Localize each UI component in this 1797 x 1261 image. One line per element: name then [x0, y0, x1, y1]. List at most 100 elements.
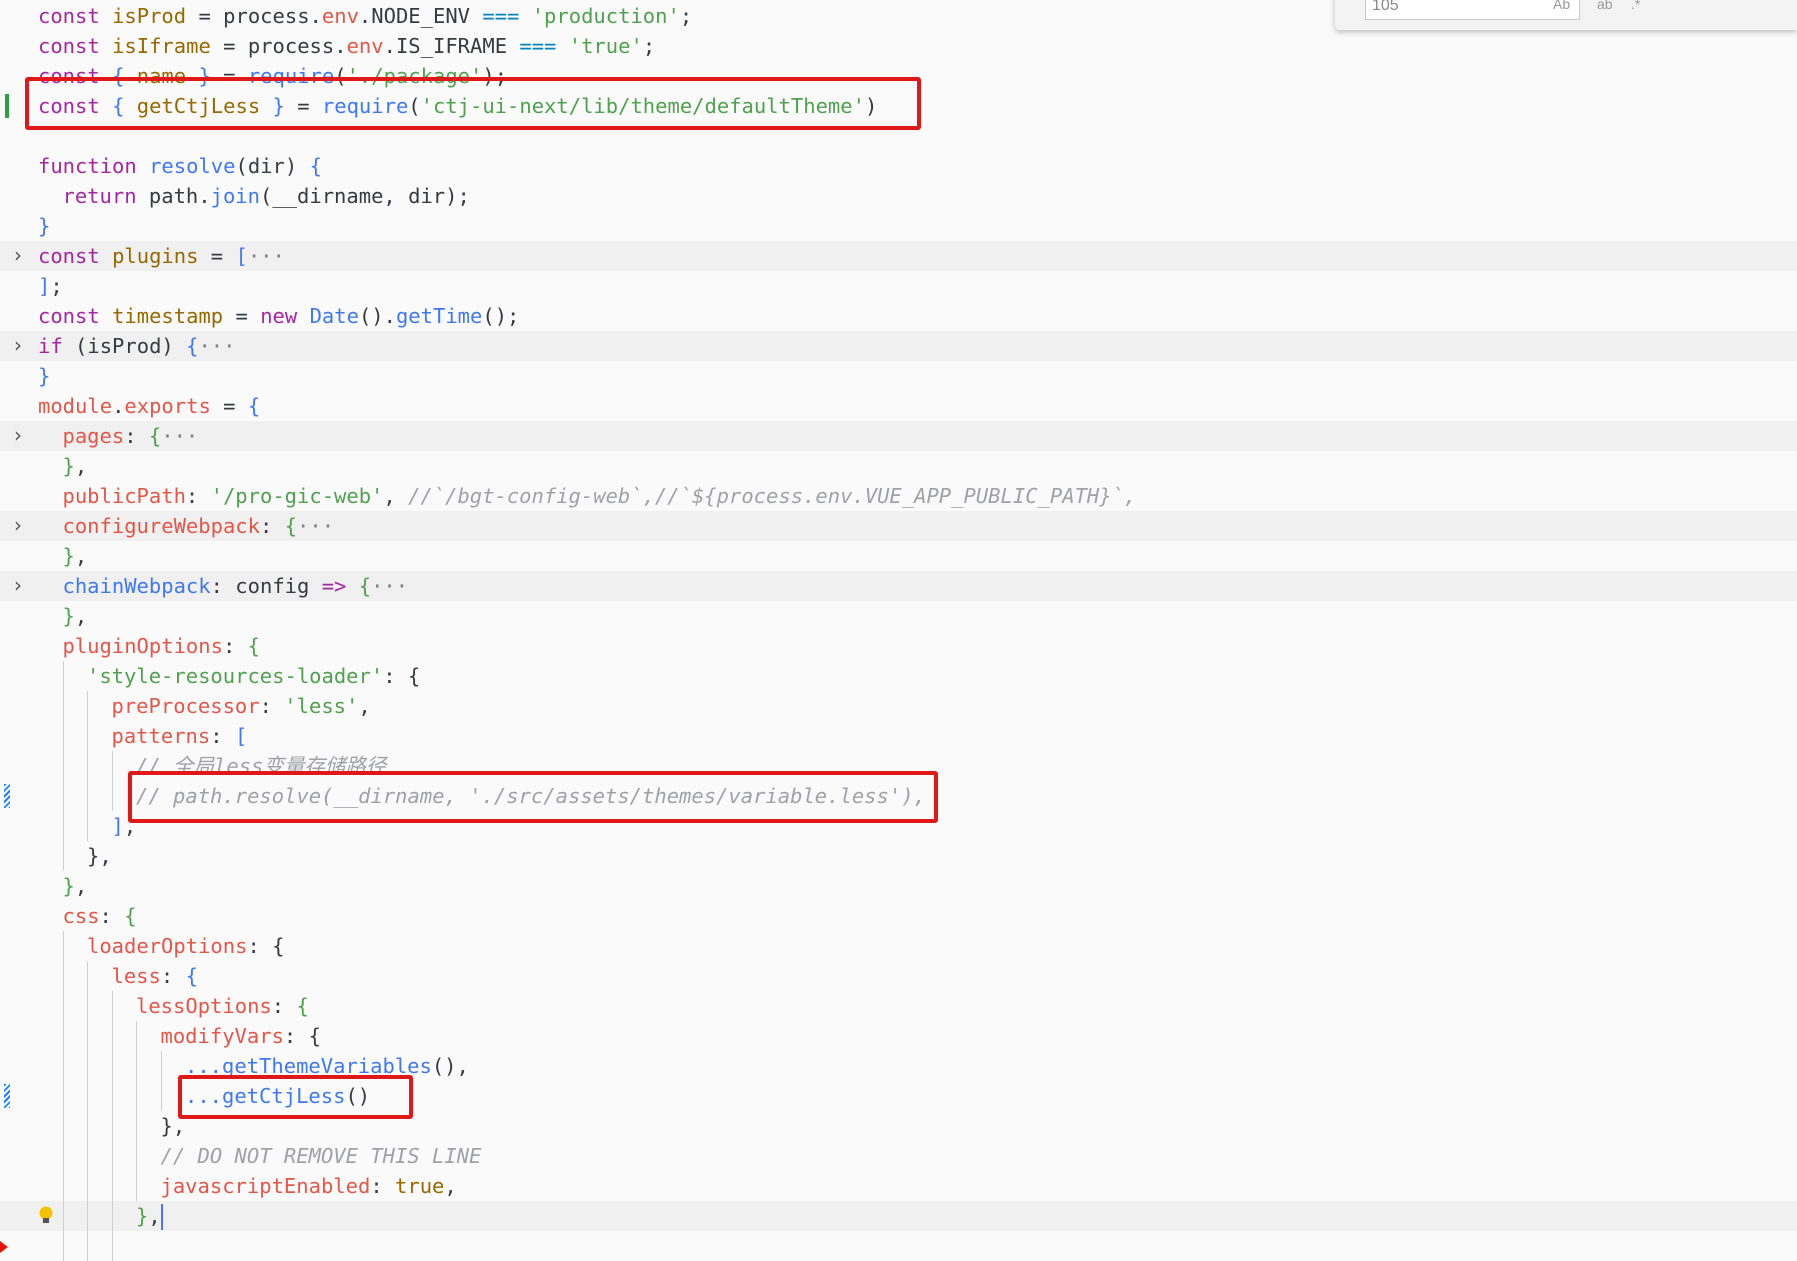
- code-token: timestamp: [112, 304, 224, 328]
- code-line[interactable]: },: [0, 841, 1797, 871]
- indent-guide: [111, 1021, 137, 1051]
- code-line[interactable]: › configureWebpack: {···: [0, 511, 1797, 541]
- code-line[interactable]: publicPath: '/pro-gic-web', //`/bgt-conf…: [0, 481, 1797, 511]
- code-text: },: [38, 1111, 185, 1141]
- code-line[interactable]: // DO NOT REMOVE THIS LINE: [0, 1141, 1797, 1171]
- code-line[interactable]: }: [0, 211, 1797, 241]
- code-line[interactable]: ...getCtjLess(): [0, 1081, 1797, 1111]
- code-token: getTime: [395, 304, 483, 328]
- code-line[interactable]: pluginOptions: {: [0, 631, 1797, 661]
- whole-word-button[interactable]: ab: [1597, 0, 1613, 12]
- code-token: {: [112, 64, 137, 88]
- line-gutter: [0, 961, 36, 991]
- fold-chevron-icon[interactable]: ›: [14, 571, 22, 599]
- code-line[interactable]: lessOptions: {: [0, 991, 1797, 1021]
- code-token: : {: [247, 934, 285, 958]
- code-line[interactable]: },: [0, 601, 1797, 631]
- code-token: ,: [74, 874, 88, 898]
- fold-chevron-icon[interactable]: ›: [14, 331, 22, 359]
- code-line[interactable]: const timestamp = new Date().getTime();: [0, 301, 1797, 331]
- code-line[interactable]: function resolve(dir) {: [0, 151, 1797, 181]
- code-text: if (isProd) {···: [38, 331, 236, 361]
- code-line[interactable]: },: [0, 871, 1797, 901]
- code-token: plugins: [112, 244, 199, 268]
- code-text: // 全局less变量存储路径: [38, 751, 386, 781]
- code-line[interactable]: › pages: {···: [0, 421, 1797, 451]
- code-line[interactable]: › chainWebpack: config => {···: [0, 571, 1797, 601]
- code-token: name: [136, 64, 187, 88]
- comment-token: // path.resolve(__dirname, './src/assets…: [136, 784, 926, 808]
- code-token: isProd: [112, 4, 187, 28]
- line-gutter: [0, 631, 36, 661]
- code-line[interactable]: patterns: [: [0, 721, 1797, 751]
- code-line[interactable]: // 全局less变量存储路径: [0, 751, 1797, 781]
- code-token: const: [38, 34, 113, 58]
- code-text: modifyVars: {: [38, 1021, 321, 1051]
- code-token: }: [62, 604, 75, 628]
- code-line[interactable]: ];: [0, 271, 1797, 301]
- code-line[interactable]: loaderOptions: {: [0, 931, 1797, 961]
- code-line[interactable]: // path.resolve(__dirname, './src/assets…: [0, 781, 1797, 811]
- code-line[interactable]: [0, 1231, 1797, 1261]
- code-line[interactable]: }: [0, 361, 1797, 391]
- fold-chevron-icon[interactable]: ›: [14, 421, 22, 449]
- indent-guide: [62, 1021, 88, 1051]
- code-token: const: [38, 64, 113, 88]
- code-token: loaderOptions: [87, 934, 248, 958]
- fold-chevron-icon[interactable]: ›: [14, 241, 22, 269]
- code-line[interactable]: css: {: [0, 901, 1797, 931]
- code-line[interactable]: modifyVars: {: [0, 1021, 1797, 1051]
- code-text: const isIframe = process.env.IS_IFRAME =…: [38, 31, 655, 61]
- indent-guide: [87, 1171, 112, 1201]
- code-token: (),: [431, 1054, 469, 1078]
- indent-guide: [111, 1231, 137, 1261]
- code-line[interactable]: preProcessor: 'less',: [0, 691, 1797, 721]
- indent-guide: [62, 1081, 88, 1111]
- code-text: },: [38, 541, 88, 571]
- code-token: = process.: [210, 34, 347, 58]
- code-text: }: [38, 361, 50, 391]
- fold-ellipsis: ···: [161, 424, 199, 448]
- code-editor[interactable]: const isProd = process.env.NODE_ENV === …: [0, 0, 1797, 1261]
- code-line[interactable]: const { getCtjLess } = require('ctj-ui-n…: [0, 91, 1797, 121]
- code-line[interactable]: return path.join(__dirname, dir);: [0, 181, 1797, 211]
- regex-button[interactable]: .*: [1631, 0, 1640, 12]
- code-token: },: [160, 1114, 186, 1138]
- indent-guide: [111, 751, 137, 781]
- code-line[interactable]: },: [0, 451, 1797, 481]
- code-line[interactable]: › if (isProd) {···: [0, 331, 1797, 361]
- indent-guide: [87, 1141, 112, 1171]
- code-token: env: [346, 34, 384, 58]
- match-case-button[interactable]: Ab: [1553, 0, 1570, 12]
- indent-guide: [87, 961, 112, 991]
- code-line[interactable]: module.exports = {: [0, 391, 1797, 421]
- code-token: path.: [148, 184, 211, 208]
- code-text: chainWebpack: config => {···: [38, 571, 409, 601]
- code-line[interactable]: },: [0, 1201, 1797, 1231]
- code-line[interactable]: const isIframe = process.env.IS_IFRAME =…: [0, 31, 1797, 61]
- indent-guide: [111, 1111, 137, 1141]
- code-line[interactable]: },: [0, 541, 1797, 571]
- code-line[interactable]: › const plugins = [···: [0, 241, 1797, 271]
- code-token: getCtjLess: [136, 94, 261, 118]
- code-token: ===: [482, 4, 520, 28]
- code-line[interactable]: ],: [0, 811, 1797, 841]
- code-token: (: [408, 94, 421, 118]
- code-line[interactable]: [0, 121, 1797, 151]
- indent-guide: [160, 1081, 186, 1111]
- find-input[interactable]: 105: [1365, 0, 1580, 20]
- code-line[interactable]: javascriptEnabled: true,: [0, 1171, 1797, 1201]
- line-gutter: [0, 361, 36, 391]
- code-line[interactable]: 'style-resources-loader': {: [0, 661, 1797, 691]
- code-token: =: [210, 394, 248, 418]
- fold-chevron-icon[interactable]: ›: [14, 511, 22, 539]
- code-line[interactable]: less: {: [0, 961, 1797, 991]
- line-gutter: [0, 1021, 36, 1051]
- code-line[interactable]: ...getThemeVariables(),: [0, 1051, 1797, 1081]
- code-line[interactable]: },: [0, 1111, 1797, 1141]
- fold-ellipsis: ···: [198, 334, 236, 358]
- code-text: ];: [38, 271, 63, 301]
- code-line[interactable]: const { name } = require('./package');: [0, 61, 1797, 91]
- code-token: ,: [383, 484, 409, 508]
- code-text: },: [38, 1201, 163, 1231]
